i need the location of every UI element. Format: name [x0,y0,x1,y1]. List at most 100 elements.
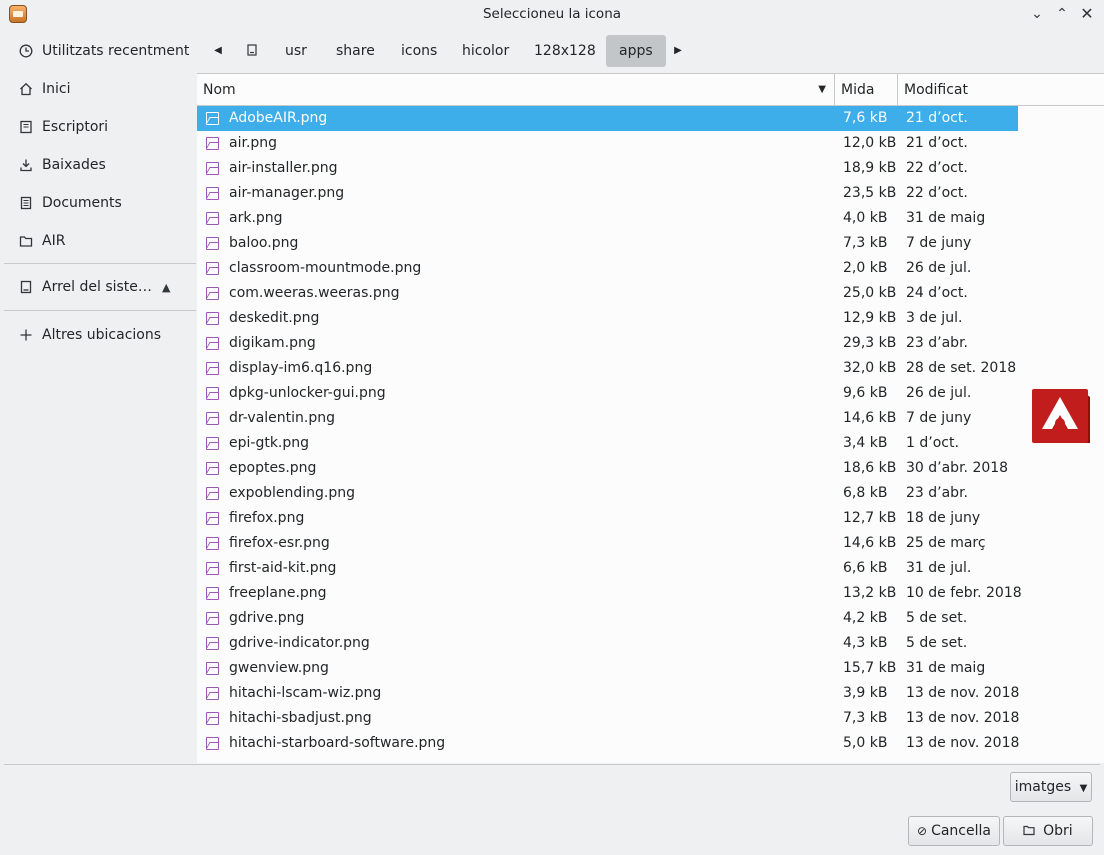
file-row[interactable]: gdrive.png 4,2 kB 5 de set. [197,606,1018,631]
file-row[interactable]: classroom-mountmode.png 2,0 kB 26 de jul. [197,256,1018,281]
file-name: hitachi-lscam-wiz.png [229,685,382,701]
file-name: first-aid-kit.png [229,560,337,576]
file-row[interactable]: hitachi-lscam-wiz.png 3,9 kB 13 de nov. 20… [197,681,1019,706]
file-name: expoblending.png [229,485,355,501]
image-file-icon [206,187,219,200]
image-file-icon [206,612,219,625]
path-drive-icon[interactable] [242,35,262,67]
file-row[interactable]: expoblending.png 6,8 kB 23 d’abr. [197,481,1018,506]
image-file-icon [206,687,219,700]
sidebar-item-label: Altres ubicacions [42,327,162,343]
file-row[interactable]: firefox.png 12,7 kB 18 de juny [197,506,1018,531]
sidebar-item-root[interactable]: Arrel del siste… ▲ [0,269,196,305]
close-icon[interactable]: ✕ [1076,3,1098,25]
file-row[interactable]: ark.png 4,0 kB 31 de maig [197,206,1018,231]
path-crumb-share[interactable]: share [323,35,388,67]
chevron-down-icon: ▼ [1079,783,1088,794]
path-crumb-icons[interactable]: icons [388,35,450,67]
file-size: 3,9 kB [843,685,888,701]
file-size: 4,3 kB [843,635,888,651]
path-right-arrow-icon[interactable]: ▶ [668,35,688,67]
file-row[interactable]: epoptes.png 18,6 kB 30 d’abr. 2018 [197,456,1018,481]
file-name: epoptes.png [229,460,317,476]
file-type-filter-dropdown[interactable]: imatges ▼ [1010,772,1092,802]
file-row[interactable]: gwenview.png 15,7 kB 31 de maig [197,656,1018,681]
sidebar-item-desktop[interactable]: Escriptori [0,109,196,145]
cancel-icon: ⊘ [917,824,928,838]
file-row[interactable]: firefox-esr.png 14,6 kB 25 de març [197,531,1018,556]
path-crumb-usr[interactable]: usr [272,35,320,67]
file-modified: 26 de jul. [906,260,972,276]
file-modified: 7 de juny [906,235,972,251]
image-file-icon [206,512,219,525]
file-name: hitachi-sbadjust.png [229,710,372,726]
sidebar-item-label: Baixades [42,157,106,173]
column-header-size[interactable]: Mida [835,74,898,106]
sidebar-item-recent[interactable]: Utilitzats recentment [0,33,196,69]
file-modified: 21 d’oct. [906,135,968,151]
file-modified: 24 d’oct. [906,285,968,301]
sidebar-item-documents[interactable]: Documents [0,185,196,221]
file-row[interactable]: baloo.png 7,3 kB 7 de juny [197,231,1018,256]
file-name: ark.png [229,210,283,226]
chevron-up-icon[interactable]: ⌃ [1051,3,1073,25]
download-icon [18,157,34,173]
path-left-arrow-icon[interactable]: ◀ [208,35,228,67]
image-file-icon [206,312,219,325]
path-crumb-hicolor[interactable]: hicolor [449,35,522,67]
file-modified: 5 de set. [906,635,968,651]
window-title: Seleccioneu la icona [482,6,622,22]
file-row[interactable]: com.weeras.weeras.png 25,0 kB 24 d’oct. [197,281,1018,306]
file-row[interactable]: dpkg-unlocker-gui.png 9,6 kB 26 de jul. [197,381,1018,406]
image-file-icon [206,487,219,500]
column-header-modified[interactable]: Modificat [898,74,1104,106]
file-row[interactable]: hitachi-sbadjust.png 7,3 kB 13 de nov. 201… [197,706,1020,731]
file-row[interactable]: deskedit.png 12,9 kB 3 de jul. [197,306,1018,331]
file-size: 12,9 kB [843,310,897,326]
path-crumb-128x128[interactable]: 128x128 [521,35,609,67]
folder-open-icon [1023,824,1039,838]
icon-preview [1032,387,1092,445]
desktop-icon [18,119,34,135]
sidebar-item-label: Inici [42,81,71,97]
file-modified: 28 de set. 2018 [906,360,1017,376]
file-modified: 13 de nov. 2018 [906,710,1020,726]
file-size: 18,6 kB [843,460,897,476]
file-row[interactable]: dr-valentin.png 14,6 kB 7 de juny [197,406,1018,431]
file-row[interactable]: hitachi-starboard-software.png 5,0 kB 13 d… [197,731,1019,756]
title-bar: Seleccioneu la icona ⌄ ⌃ ✕ [0,0,1104,29]
sidebar-item-downloads[interactable]: Baixades [0,147,196,183]
file-row[interactable]: air-installer.png 18,9 kB 22 d’oct. [197,156,1018,181]
chevron-down-icon[interactable]: ⌄ [1026,3,1048,25]
file-name: gwenview.png [229,660,329,676]
file-modified: 7 de juny [906,410,972,426]
file-row[interactable]: air-manager.png 23,5 kB 22 d’oct. [197,181,1018,206]
file-row[interactable]: gdrive-indicator.png 4,3 kB 5 de set. [197,631,1018,656]
eject-icon[interactable]: ▲ [162,281,170,294]
file-modified: 10 de febr. 2018 [906,585,1022,601]
column-header-name[interactable]: Nom ▼ [197,74,835,106]
image-file-icon [206,587,219,600]
file-row[interactable]: AdobeAIR.png 7,6 kB 21 d’oct. [197,106,1018,131]
file-row[interactable]: epi-gtk.png 3,4 kB 1 d’oct. [197,431,1018,456]
home-icon [18,81,34,97]
file-row[interactable]: digikam.png 29,3 kB 23 d’abr. [197,331,1018,356]
image-file-icon [206,437,219,450]
document-icon [18,195,34,211]
image-file-icon [206,337,219,350]
file-size: 6,8 kB [843,485,888,501]
clock-icon [18,43,34,59]
file-row[interactable]: first-aid-kit.png 6,6 kB 31 de jul. [197,556,1018,581]
sidebar-item-air[interactable]: AIR [0,223,196,259]
cancel-button[interactable]: ⊘ Cancella [908,816,1000,846]
file-name: freeplane.png [229,585,327,601]
file-row[interactable]: freeplane.png 13,2 kB 10 de febr. 2018 [197,581,1022,606]
sidebar-item-home[interactable]: Inici [0,71,196,107]
places-sidebar: Utilitzats recentment Inici Escriptori B… [0,29,196,763]
open-button[interactable]: Obri [1003,816,1093,846]
image-file-icon [206,212,219,225]
file-row[interactable]: air.png 12,0 kB 21 d’oct. [197,131,1018,156]
path-crumb-apps[interactable]: apps [606,35,666,67]
sidebar-item-other-locations[interactable]: Altres ubicacions [0,317,196,353]
file-row[interactable]: display-im6.q16.png 32,0 kB 28 de set. 201… [197,356,1018,381]
